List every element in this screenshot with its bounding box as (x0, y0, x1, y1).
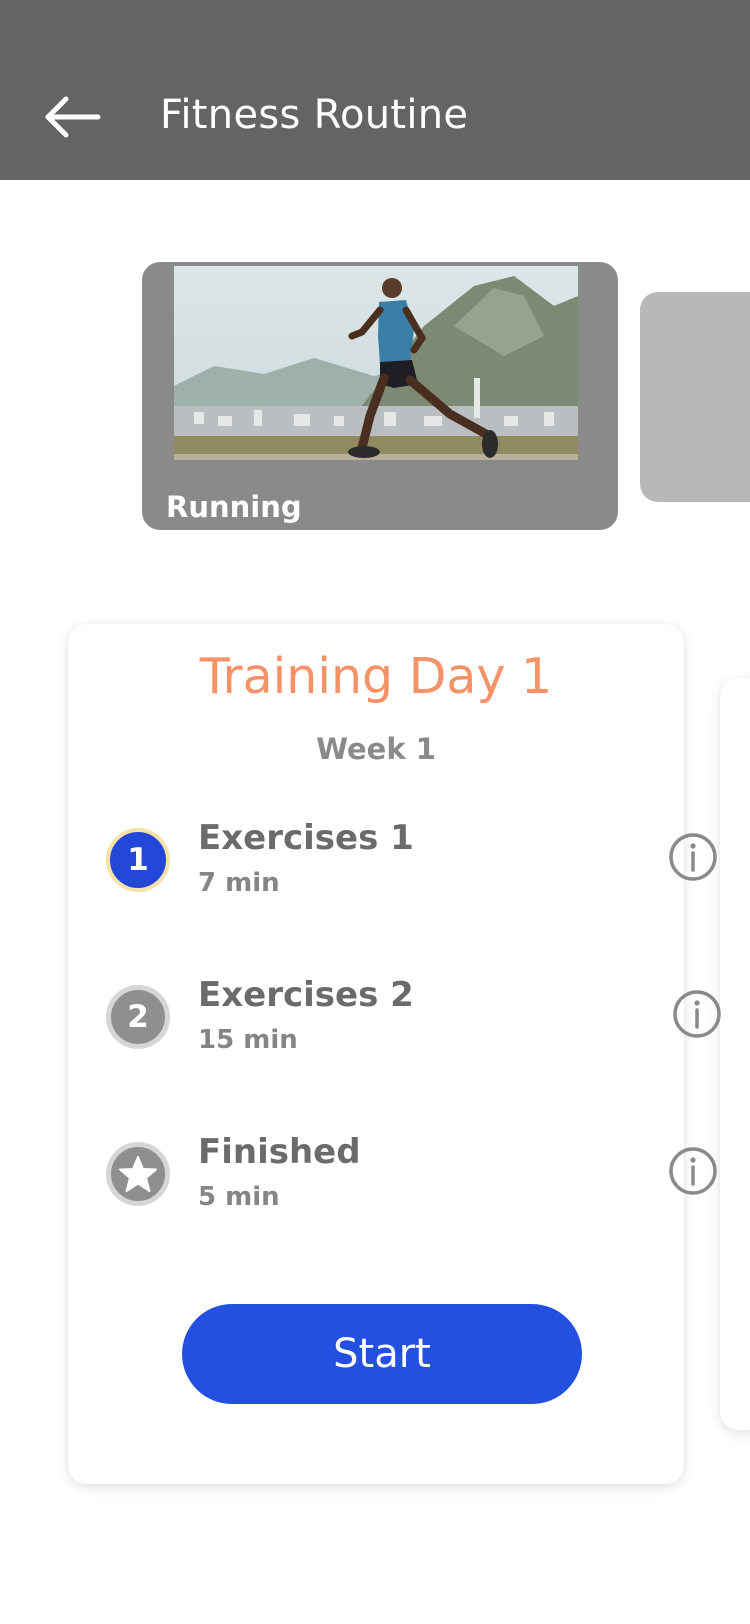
carousel-slide-running[interactable]: Running (142, 262, 618, 530)
training-week: Week 1 (316, 732, 436, 766)
runner-photo (174, 266, 578, 492)
step-duration: 7 min (198, 868, 280, 898)
info-icon (669, 833, 717, 881)
step-duration: 15 min (198, 1025, 298, 1055)
page-title: Fitness Routine (160, 92, 469, 138)
step-number-badge: 2 (106, 985, 170, 1049)
slide-caption: Running (166, 490, 302, 524)
info-icon (673, 990, 721, 1038)
step-number-badge: 1 (106, 828, 170, 892)
arrow-left-icon (45, 96, 101, 138)
back-button[interactable] (40, 95, 120, 155)
info-button[interactable] (668, 832, 718, 882)
star-icon (119, 1156, 157, 1192)
carousel-slide-next[interactable] (640, 292, 750, 502)
training-title: Training Day 1 (199, 648, 553, 705)
training-card-next[interactable] (720, 678, 750, 1430)
step-name: Exercises 1 (198, 818, 414, 858)
start-button[interactable]: Start (182, 1304, 582, 1404)
step-row-exercises-2[interactable]: 2 Exercises 2 15 min (106, 965, 721, 1065)
step-name: Finished (198, 1132, 361, 1172)
step-duration: 5 min (198, 1182, 280, 1212)
star-badge (106, 1142, 170, 1206)
step-row-exercises-1[interactable]: 1 Exercises 1 7 min (106, 808, 717, 908)
app-bar: Fitness Routine (0, 0, 750, 180)
info-icon (669, 1147, 717, 1195)
step-row-finished[interactable]: Finished 5 min (106, 1122, 717, 1222)
training-card: Training Day 1 Week 1 1 Exercises 1 7 mi… (68, 624, 721, 1484)
step-name: Exercises 2 (198, 975, 414, 1015)
info-button[interactable] (672, 989, 722, 1039)
info-button[interactable] (668, 1146, 718, 1196)
